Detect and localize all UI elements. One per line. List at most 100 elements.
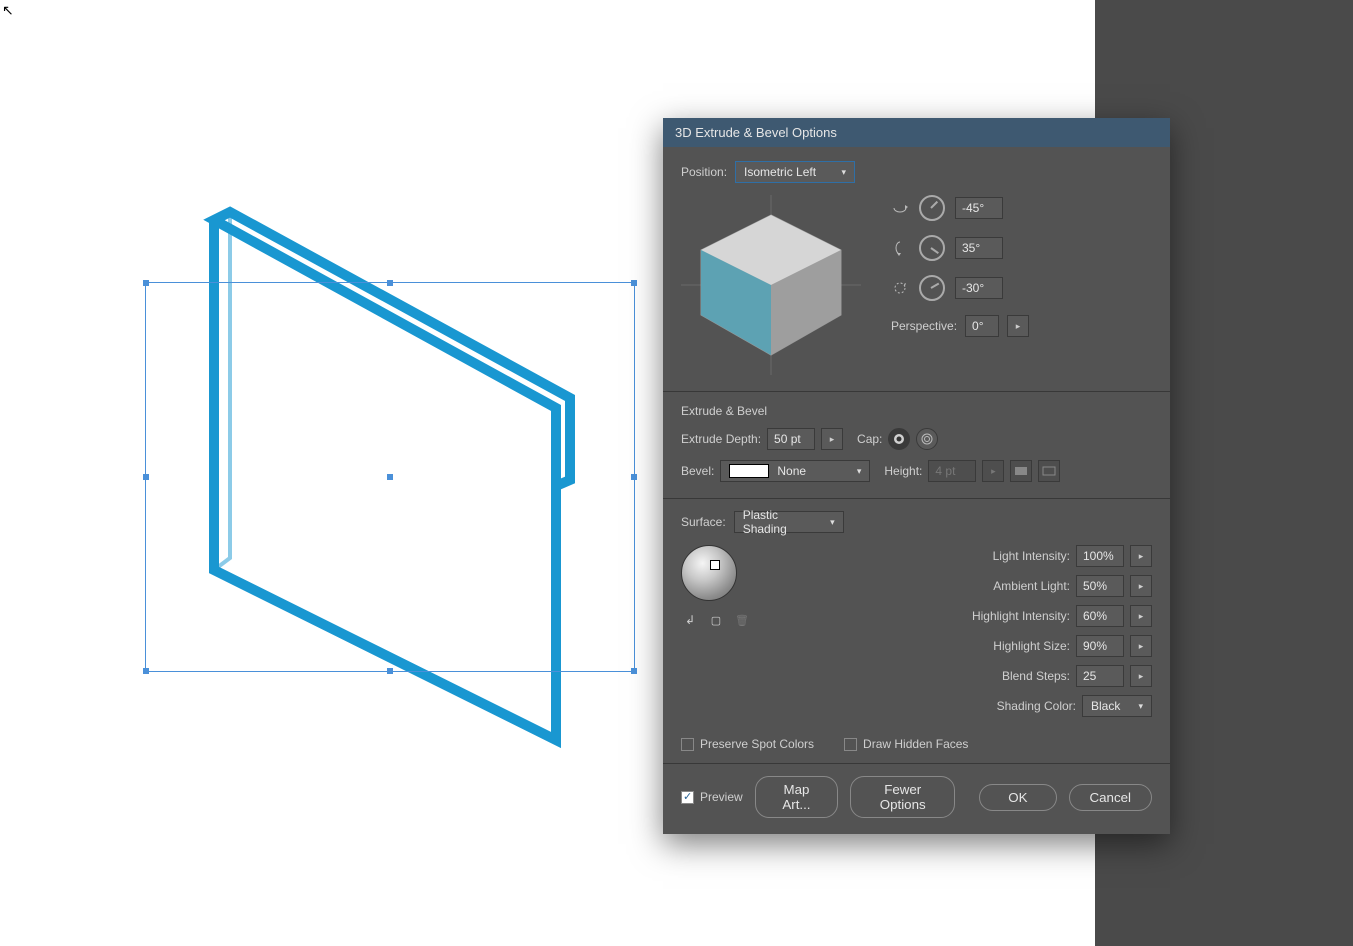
chevron-right-icon: ▸ xyxy=(1139,671,1144,682)
chevron-right-icon: ▸ xyxy=(1139,581,1144,592)
draw-hidden-label: Draw Hidden Faces xyxy=(863,737,968,751)
dialog-title[interactable]: 3D Extrude & Bevel Options xyxy=(663,118,1170,147)
chevron-down-icon: ▾ xyxy=(1138,701,1143,712)
lighting-sphere-group: ↲ ▢ 🗑 xyxy=(681,545,751,725)
page-icon: ▢ xyxy=(711,614,721,627)
lighting-properties: Light Intensity: 100% ▸ Ambient Light: 5… xyxy=(892,545,1152,725)
highlight-intensity-stepper[interactable]: ▸ xyxy=(1130,605,1152,627)
arrow-icon: ↲ xyxy=(685,613,695,627)
perspective-value[interactable]: 0° xyxy=(965,315,999,337)
ambient-light-stepper[interactable]: ▸ xyxy=(1130,575,1152,597)
chevron-down-icon: ▾ xyxy=(842,167,847,178)
chevron-right-icon: ▸ xyxy=(1139,611,1144,622)
highlight-size-value[interactable]: 90% xyxy=(1076,635,1124,657)
cursor-icon: ↖ xyxy=(2,2,14,19)
chevron-right-icon: ▸ xyxy=(1139,641,1144,652)
chevron-right-icon: ▸ xyxy=(830,434,835,445)
preview-label: Preview xyxy=(700,790,743,804)
handle-tm[interactable] xyxy=(387,280,393,286)
cap-on-button[interactable] xyxy=(888,428,910,450)
bevel-extent-in-button xyxy=(1010,460,1032,482)
position-select[interactable]: Isometric Left ▾ xyxy=(735,161,855,183)
rotate-y-knob[interactable] xyxy=(919,235,945,261)
blend-steps-stepper[interactable]: ▸ xyxy=(1130,665,1152,687)
perspective-stepper[interactable]: ▸ xyxy=(1007,315,1029,337)
extrude-depth-stepper[interactable]: ▸ xyxy=(821,428,843,450)
surface-value: Plastic Shading xyxy=(743,508,822,536)
rotate-x-knob[interactable] xyxy=(919,195,945,221)
ambient-light-label: Ambient Light: xyxy=(892,579,1070,593)
highlight-intensity-label: Highlight Intensity: xyxy=(892,609,1070,623)
ok-button[interactable]: OK xyxy=(979,784,1056,811)
bevel-value: None xyxy=(777,464,806,478)
checkbox-icon xyxy=(681,738,694,751)
rotate-z-knob[interactable] xyxy=(919,275,945,301)
extrude-depth-value[interactable]: 50 pt xyxy=(767,428,815,450)
highlight-intensity-value[interactable]: 60% xyxy=(1076,605,1124,627)
highlight-size-stepper[interactable]: ▸ xyxy=(1130,635,1152,657)
bevel-extent-out-button xyxy=(1038,460,1060,482)
blend-steps-value[interactable]: 25 xyxy=(1076,665,1124,687)
map-art-button[interactable]: Map Art... xyxy=(755,776,839,818)
handle-tl[interactable] xyxy=(143,280,149,286)
new-light-button[interactable]: ▢ xyxy=(707,611,725,629)
rotate-y-value[interactable]: 35° xyxy=(955,237,1003,259)
rotate-z-icon xyxy=(891,279,909,297)
position-label: Position: xyxy=(681,165,727,179)
cap-off-button[interactable] xyxy=(916,428,938,450)
handle-br[interactable] xyxy=(631,668,637,674)
extrude-depth-label: Extrude Depth: xyxy=(681,432,761,446)
position-value: Isometric Left xyxy=(744,165,816,179)
ambient-light-value[interactable]: 50% xyxy=(1076,575,1124,597)
handle-mr[interactable] xyxy=(631,474,637,480)
preserve-spot-checkbox[interactable]: Preserve Spot Colors xyxy=(681,737,814,751)
cancel-button[interactable]: Cancel xyxy=(1069,784,1153,811)
handle-tr[interactable] xyxy=(631,280,637,286)
rotation-controls: -45° 35° -30° Perspectiv xyxy=(891,195,1029,375)
cap-label: Cap: xyxy=(857,432,882,446)
height-label: Height: xyxy=(884,464,922,478)
handle-ml[interactable] xyxy=(143,474,149,480)
rotate-y-icon xyxy=(891,239,909,257)
rotate-x-value[interactable]: -45° xyxy=(955,197,1003,219)
selection-bounding-box[interactable] xyxy=(145,282,635,672)
light-intensity-label: Light Intensity: xyxy=(892,549,1070,563)
rotate-x-icon xyxy=(891,199,909,217)
handle-bm[interactable] xyxy=(387,668,393,674)
perspective-label: Perspective: xyxy=(891,319,957,333)
rotation-preview-cube[interactable] xyxy=(681,195,861,375)
preserve-spot-label: Preserve Spot Colors xyxy=(700,737,814,751)
bevel-label: Bevel: xyxy=(681,464,714,478)
rotate-z-value[interactable]: -30° xyxy=(955,277,1003,299)
bevel-select[interactable]: None ▾ xyxy=(720,460,870,482)
delete-light-button: 🗑 xyxy=(733,611,751,629)
checkbox-icon xyxy=(844,738,857,751)
light-intensity-stepper[interactable]: ▸ xyxy=(1130,545,1152,567)
height-stepper: ▸ xyxy=(982,460,1004,482)
trash-icon: 🗑 xyxy=(735,614,749,627)
selection-center xyxy=(387,474,393,480)
chevron-right-icon: ▸ xyxy=(1016,321,1021,332)
chevron-down-icon: ▾ xyxy=(857,466,862,477)
shading-color-label: Shading Color: xyxy=(892,699,1076,713)
fewer-options-button[interactable]: Fewer Options xyxy=(850,776,955,818)
extrude-section-title: Extrude & Bevel xyxy=(681,404,1152,418)
surface-select[interactable]: Plastic Shading ▾ xyxy=(734,511,844,533)
height-value: 4 pt xyxy=(928,460,976,482)
bevel-shape-icon xyxy=(729,464,769,478)
blend-steps-label: Blend Steps: xyxy=(892,669,1070,683)
highlight-size-label: Highlight Size: xyxy=(892,639,1070,653)
chevron-right-icon: ▸ xyxy=(991,466,996,477)
shading-color-select[interactable]: Black ▾ xyxy=(1082,695,1152,717)
handle-bl[interactable] xyxy=(143,668,149,674)
light-intensity-value[interactable]: 100% xyxy=(1076,545,1124,567)
draw-hidden-checkbox[interactable]: Draw Hidden Faces xyxy=(844,737,968,751)
light-handle[interactable] xyxy=(710,560,720,570)
dialog-3d-extrude-bevel: 3D Extrude & Bevel Options Position: Iso… xyxy=(663,118,1170,834)
chevron-right-icon: ▸ xyxy=(1139,551,1144,562)
preview-checkbox[interactable]: Preview xyxy=(681,790,743,804)
checkbox-checked-icon xyxy=(681,791,694,804)
lighting-sphere[interactable] xyxy=(681,545,737,601)
chevron-down-icon: ▾ xyxy=(830,517,835,528)
move-light-back-button[interactable]: ↲ xyxy=(681,611,699,629)
